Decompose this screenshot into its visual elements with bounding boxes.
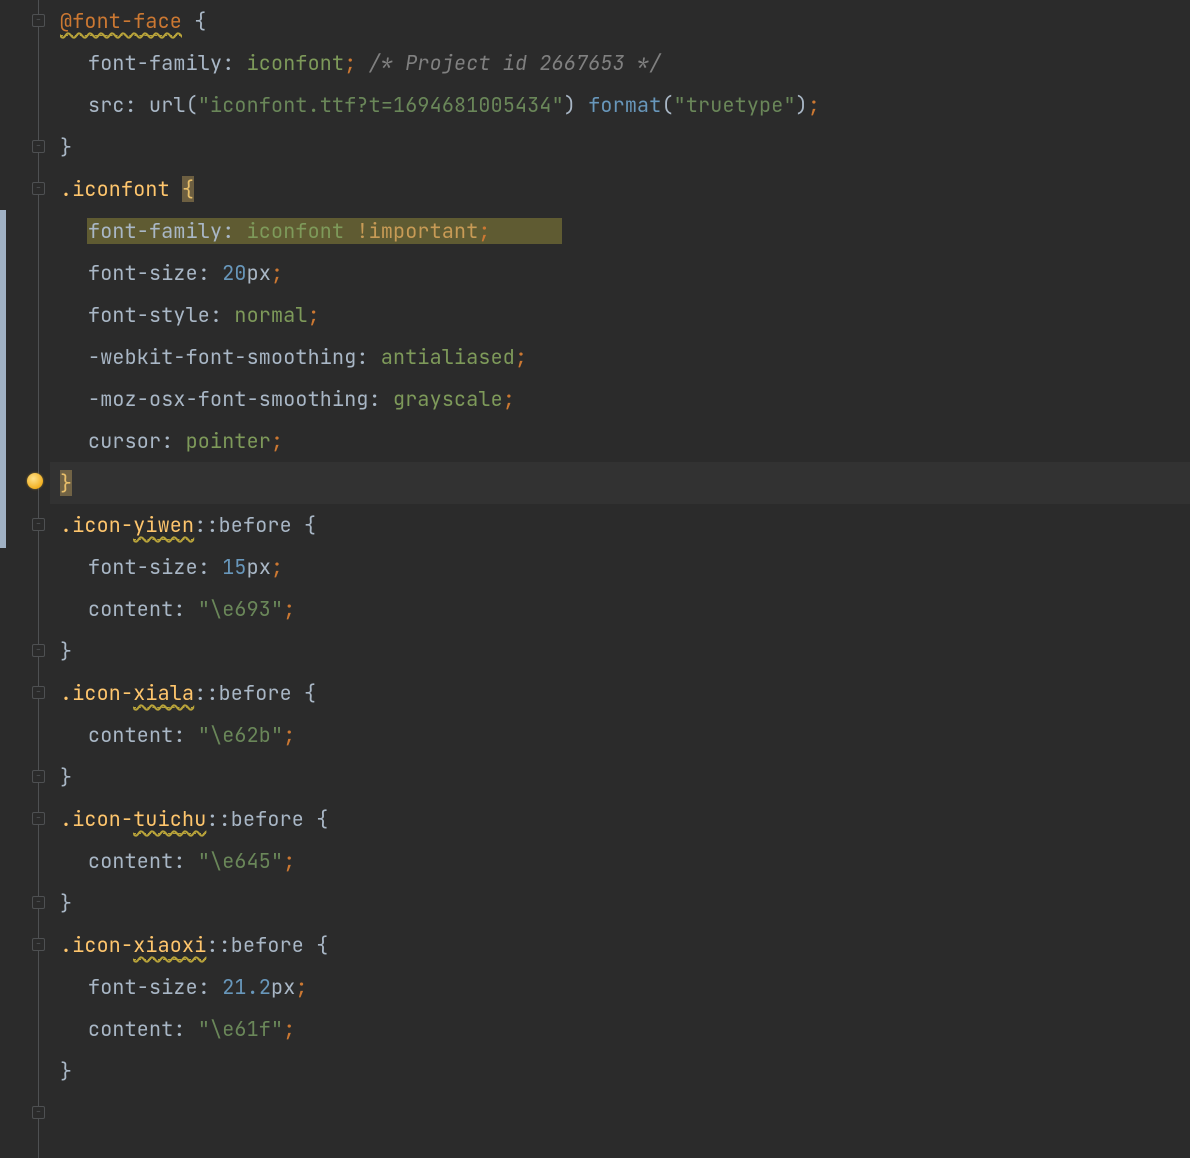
- code-line[interactable]: .icon-xiala::before {: [50, 672, 1190, 714]
- code-line[interactable]: font-size: 21.2px;: [50, 966, 1190, 1008]
- fold-icon[interactable]: [32, 14, 45, 27]
- code-editor[interactable]: @font-face { font-family: iconfont; /* P…: [0, 0, 1190, 1158]
- code-line[interactable]: content: "\e645";: [50, 840, 1190, 882]
- code-line[interactable]: }: [50, 756, 1190, 798]
- code-area[interactable]: @font-face { font-family: iconfont; /* P…: [50, 0, 1190, 1158]
- fold-icon[interactable]: [32, 518, 45, 531]
- code-line[interactable]: }: [50, 1050, 1190, 1092]
- code-line[interactable]: }: [50, 126, 1190, 168]
- code-line[interactable]: .icon-xiaoxi::before {: [50, 924, 1190, 966]
- fold-icon[interactable]: [32, 812, 45, 825]
- fold-icon[interactable]: [32, 140, 45, 153]
- fold-icon[interactable]: [32, 1106, 45, 1119]
- at-rule: @font-face: [60, 8, 182, 36]
- code-line[interactable]: content: "\e61f";: [50, 1008, 1190, 1050]
- code-line[interactable]: .icon-yiwen::before {: [50, 504, 1190, 546]
- code-line[interactable]: font-style: normal;: [50, 294, 1190, 336]
- code-line[interactable]: .iconfont {: [50, 168, 1190, 210]
- fold-icon[interactable]: [32, 770, 45, 783]
- code-line[interactable]: -webkit-font-smoothing: antialiased;: [50, 336, 1190, 378]
- code-line[interactable]: font-size: 20px;: [50, 252, 1190, 294]
- code-line[interactable]: }: [50, 630, 1190, 672]
- fold-icon[interactable]: [32, 644, 45, 657]
- code-line[interactable]: font-family: iconfont !important;: [50, 210, 1190, 252]
- code-line[interactable]: font-family: iconfont; /* Project id 266…: [50, 42, 1190, 84]
- code-line[interactable]: }: [50, 882, 1190, 924]
- code-line[interactable]: cursor: pointer;: [50, 420, 1190, 462]
- code-line-current[interactable]: }: [50, 462, 1190, 504]
- code-line[interactable]: @font-face {: [50, 0, 1190, 42]
- gutter[interactable]: [6, 0, 50, 1158]
- code-line[interactable]: .icon-tuichu::before {: [50, 798, 1190, 840]
- lightbulb-icon[interactable]: [27, 473, 43, 489]
- code-line[interactable]: src: url("iconfont.ttf?t=1694681005434")…: [50, 84, 1190, 126]
- code-line[interactable]: content: "\e693";: [50, 588, 1190, 630]
- comment: /* Project id 2667653 */: [369, 50, 662, 76]
- fold-icon[interactable]: [32, 182, 45, 195]
- fold-icon[interactable]: [32, 686, 45, 699]
- fold-icon[interactable]: [32, 896, 45, 909]
- matched-brace: }: [60, 470, 72, 496]
- code-line[interactable]: -moz-osx-font-smoothing: grayscale;: [50, 378, 1190, 420]
- code-line[interactable]: content: "\e62b";: [50, 714, 1190, 756]
- code-line[interactable]: font-size: 15px;: [50, 546, 1190, 588]
- matched-brace: {: [182, 176, 194, 202]
- fold-icon[interactable]: [32, 938, 45, 951]
